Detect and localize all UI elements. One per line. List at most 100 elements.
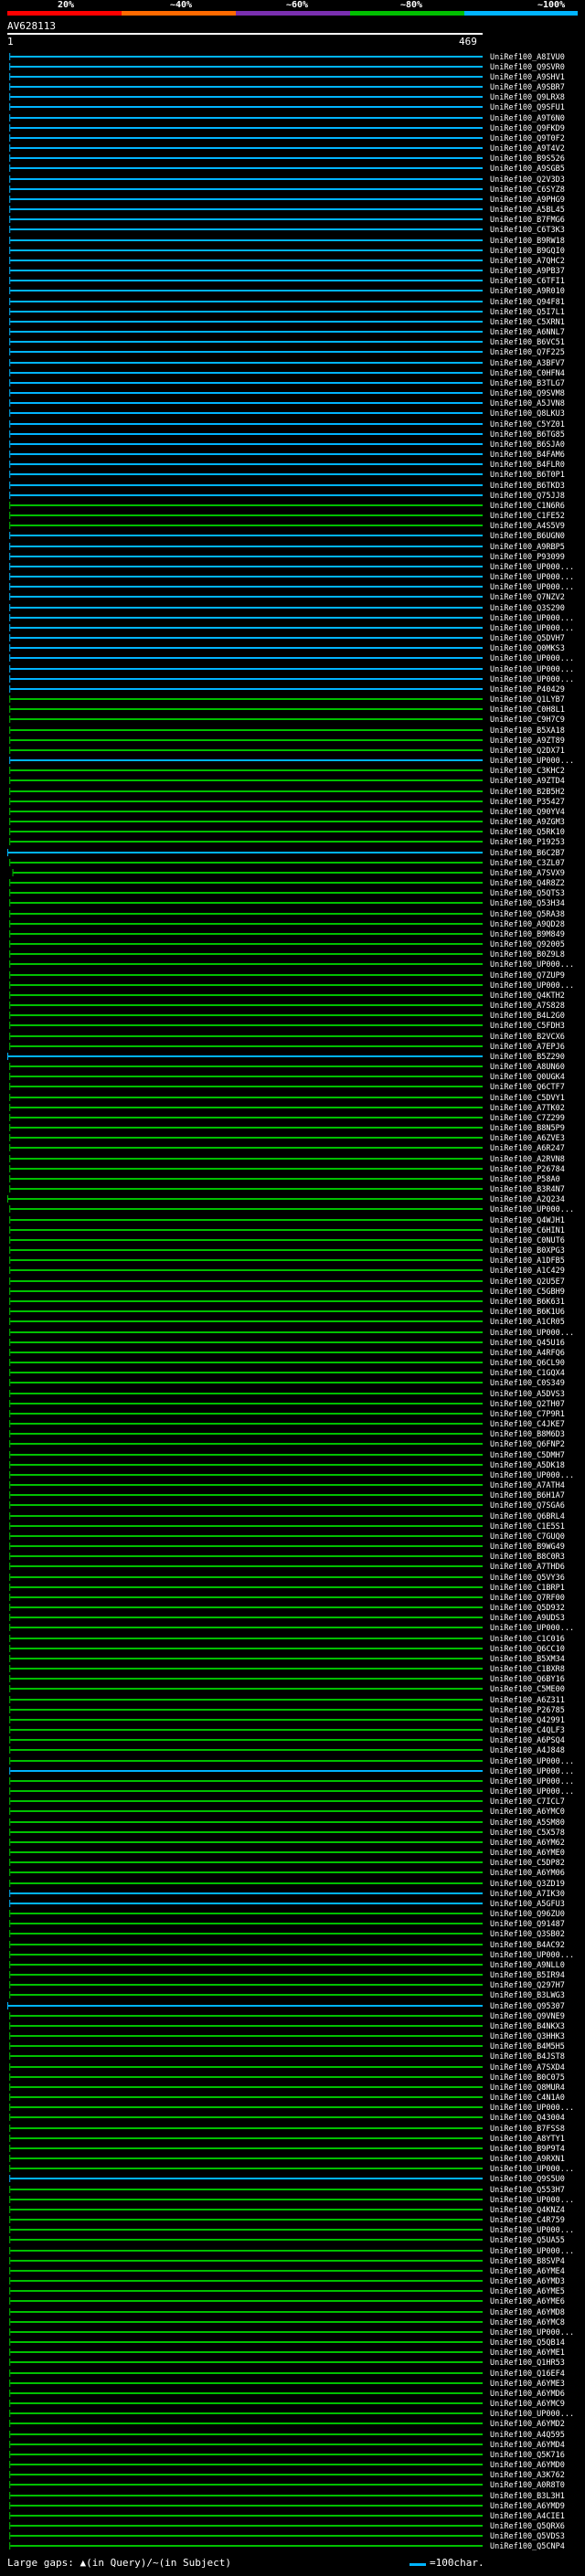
hit-label[interactable]: UniRef100_C0S349	[490, 1379, 565, 1388]
hit-label[interactable]: UniRef100_B4L2G0	[490, 1012, 565, 1021]
hit-label[interactable]: UniRef100_C5DMH7	[490, 1451, 565, 1460]
hit-label[interactable]: UniRef100_Q5RK10	[490, 828, 565, 837]
hit-label[interactable]: UniRef100_UP000...	[490, 1471, 574, 1480]
hit-label[interactable]: UniRef100_A4RFQ6	[490, 1349, 565, 1358]
hit-label[interactable]: UniRef100_A9R010	[490, 287, 565, 296]
hit-label[interactable]: UniRef100_C5X578	[490, 1829, 565, 1838]
hit-label[interactable]: UniRef100_C9H7C9	[490, 716, 565, 725]
hit-label[interactable]: UniRef100_B2VCX6	[490, 1033, 565, 1042]
hit-label[interactable]: UniRef100_UP000...	[490, 654, 574, 663]
hit-label[interactable]: UniRef100_A0R8T0	[490, 2481, 565, 2490]
hit-label[interactable]: UniRef100_B6T0P1	[490, 471, 565, 480]
hit-label[interactable]: UniRef100_B4NKX3	[490, 2022, 565, 2031]
hit-label[interactable]: UniRef100_B0Z9L8	[490, 950, 565, 959]
hit-label[interactable]: UniRef100_Q5K716	[490, 2451, 565, 2460]
hit-label[interactable]: UniRef100_Q3S290	[490, 604, 565, 613]
hit-label[interactable]: UniRef100_UP000...	[490, 665, 574, 674]
hit-label[interactable]: UniRef100_A7S828	[490, 1002, 565, 1011]
hit-label[interactable]: UniRef100_UP000...	[490, 675, 574, 684]
hit-label[interactable]: UniRef100_Q7SGA6	[490, 1501, 565, 1511]
hit-label[interactable]: UniRef100_Q0MKS3	[490, 644, 565, 653]
hit-label[interactable]: UniRef100_C7ICL7	[490, 1797, 565, 1807]
hit-label[interactable]: UniRef100_Q3HHK3	[490, 2032, 565, 2041]
hit-label[interactable]: UniRef100_C1BRP1	[490, 1584, 565, 1593]
hit-label[interactable]: UniRef100_Q3ZD19	[490, 1880, 565, 1889]
hit-label[interactable]: UniRef100_C3ZL07	[490, 859, 565, 868]
hit-label[interactable]: UniRef100_A2Q234	[490, 1195, 565, 1204]
hit-label[interactable]: UniRef100_A8IVU0	[490, 53, 565, 62]
hit-label[interactable]: UniRef100_C1N6R6	[490, 502, 565, 511]
hit-label[interactable]: UniRef100_A9ZTD4	[490, 777, 565, 786]
hit-label[interactable]: UniRef100_A6YMD0	[490, 2461, 565, 2470]
hit-label[interactable]: UniRef100_B7FMG6	[490, 216, 565, 225]
hit-label[interactable]: UniRef100_C4JKE7	[490, 1420, 565, 1429]
hit-label[interactable]: UniRef100_Q2TH07	[490, 1400, 565, 1409]
hit-label[interactable]: UniRef100_C5DVY1	[490, 1094, 565, 1103]
hit-label[interactable]: UniRef100_C0H8L1	[490, 705, 565, 715]
hit-label[interactable]: UniRef100_B6TKD3	[490, 482, 565, 491]
hit-label[interactable]: UniRef100_A6YME1	[490, 2348, 565, 2358]
hit-label[interactable]: UniRef100_A8UN60	[490, 1063, 565, 1072]
hit-label[interactable]: UniRef100_Q92005	[490, 940, 565, 949]
hit-label[interactable]: UniRef100_A7SVX9	[490, 869, 565, 878]
hit-label[interactable]: UniRef100_Q8LKU3	[490, 409, 565, 419]
hit-label[interactable]: UniRef100_Q5VY36	[490, 1574, 565, 1583]
hit-label[interactable]: UniRef100_Q6BY16	[490, 1675, 565, 1684]
hit-label[interactable]: UniRef100_Q5CNP4	[490, 2542, 565, 2551]
hit-label[interactable]: UniRef100_A9SBR7	[490, 83, 565, 92]
hit-label[interactable]: UniRef100_UP000...	[490, 1777, 574, 1786]
hit-label[interactable]: UniRef100_B5Z290	[490, 1053, 565, 1062]
hit-label[interactable]: UniRef100_B6TG85	[490, 430, 565, 440]
hit-label[interactable]: UniRef100_C5ME00	[490, 1685, 565, 1694]
hit-label[interactable]: UniRef100_B9RW18	[490, 237, 565, 246]
hit-label[interactable]: UniRef100_Q9LRX8	[490, 93, 565, 102]
hit-label[interactable]: UniRef100_C7Z299	[490, 1114, 565, 1123]
hit-label[interactable]: UniRef100_A2RVN8	[490, 1155, 565, 1164]
hit-label[interactable]: UniRef100_B2B5H2	[490, 788, 565, 797]
hit-label[interactable]: UniRef100_A6YMC8	[490, 2318, 565, 2327]
hit-label[interactable]: UniRef100_UP000...	[490, 2104, 574, 2113]
hit-label[interactable]: UniRef100_B6UGN0	[490, 532, 565, 541]
hit-label[interactable]: UniRef100_B3TLG7	[490, 379, 565, 388]
hit-label[interactable]: UniRef100_B8N5P9	[490, 1124, 565, 1133]
hit-label[interactable]: UniRef100_A9SGB5	[490, 164, 565, 174]
hit-label[interactable]: UniRef100_UP000...	[490, 624, 574, 633]
hit-label[interactable]: UniRef100_C4N1A0	[490, 2094, 565, 2103]
hit-label[interactable]: UniRef100_Q0UGK4	[490, 1073, 565, 1082]
hit-label[interactable]: UniRef100_P26785	[490, 1706, 565, 1715]
hit-label[interactable]: UniRef100_C6SYZ8	[490, 186, 565, 195]
hit-label[interactable]: UniRef100_B5XM34	[490, 1655, 565, 1664]
hit-label[interactable]: UniRef100_B5XA18	[490, 726, 565, 736]
hit-label[interactable]: UniRef100_C1BXR8	[490, 1665, 565, 1674]
hit-label[interactable]: UniRef100_UP000...	[490, 563, 574, 572]
hit-label[interactable]: UniRef100_B0C075	[490, 2073, 565, 2083]
hit-label[interactable]: UniRef100_A5BL45	[490, 206, 565, 215]
hit-label[interactable]: UniRef100_C6TFI1	[490, 277, 565, 286]
hit-label[interactable]: UniRef100_Q6CC10	[490, 1645, 565, 1654]
hit-label[interactable]: UniRef100_A9NLL0	[490, 1961, 565, 1970]
hit-label[interactable]: UniRef100_C5XRN1	[490, 318, 565, 327]
hit-label[interactable]: UniRef100_B9M849	[490, 930, 565, 939]
hit-label[interactable]: UniRef100_Q4KNZ4	[490, 2206, 565, 2215]
hit-label[interactable]: UniRef100_Q9SVR0	[490, 63, 565, 72]
hit-label[interactable]: UniRef100_UP000...	[490, 2196, 574, 2205]
hit-label[interactable]: UniRef100_C6HIN1	[490, 1226, 565, 1235]
hit-label[interactable]: UniRef100_Q5UA55	[490, 2236, 565, 2245]
hit-label[interactable]: UniRef100_B9S526	[490, 154, 565, 164]
hit-label[interactable]: UniRef100_B3L3H1	[490, 2492, 565, 2501]
hit-label[interactable]: UniRef100_C7GUQ0	[490, 1532, 565, 1542]
hit-label[interactable]: UniRef100_A1C429	[490, 1267, 565, 1276]
hit-label[interactable]: UniRef100_UP000...	[490, 1787, 574, 1797]
hit-label[interactable]: UniRef100_B6K1U6	[490, 1308, 565, 1317]
hit-label[interactable]: UniRef100_B8SVP4	[490, 2257, 565, 2266]
hit-label[interactable]: UniRef100_UP000...	[490, 1624, 574, 1633]
hit-label[interactable]: UniRef100_A6YME4	[490, 2267, 565, 2276]
hit-label[interactable]: UniRef100_A5DK18	[490, 1461, 565, 1470]
hit-label[interactable]: UniRef100_A4Q595	[490, 2431, 565, 2440]
hit-label[interactable]: UniRef100_Q9VNE9	[490, 2012, 565, 2021]
hit-label[interactable]: UniRef100_B4FAM6	[490, 451, 565, 460]
hit-label[interactable]: UniRef100_Q2U5E7	[490, 1277, 565, 1287]
hit-label[interactable]: UniRef100_Q7ZUP9	[490, 971, 565, 981]
hit-label[interactable]: UniRef100_Q43004	[490, 2114, 565, 2123]
hit-label[interactable]: UniRef100_B4JST8	[490, 2052, 565, 2062]
